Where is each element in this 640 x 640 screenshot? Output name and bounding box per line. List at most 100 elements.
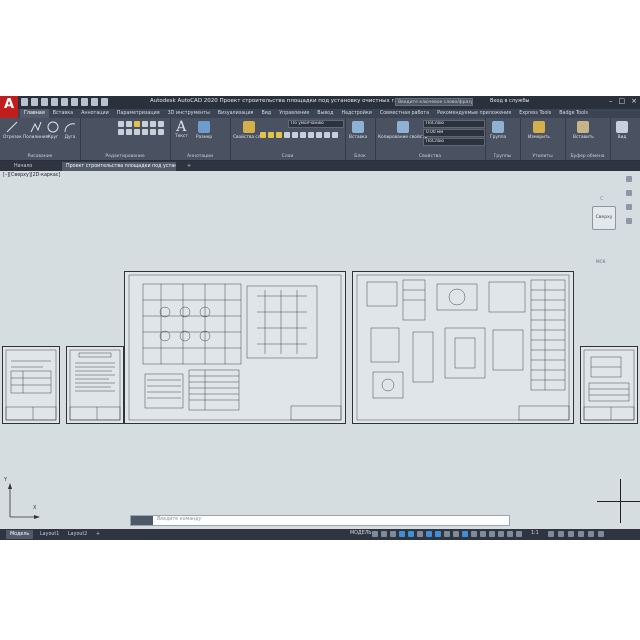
polar-icon[interactable] (408, 531, 414, 537)
scale-icon[interactable] (142, 129, 148, 135)
tab-featured-apps[interactable]: Рекомендуемые приложения (433, 109, 515, 118)
array-icon[interactable] (150, 129, 156, 135)
view-tool[interactable]: Вид (616, 121, 628, 140)
maximize-button[interactable]: □ (619, 97, 626, 105)
tab-drawing-file[interactable]: Проект строительства площадки под устано… (62, 162, 176, 171)
erase-icon[interactable] (142, 121, 148, 127)
wcs-menu[interactable]: МСК (596, 259, 606, 264)
quick-properties-icon[interactable] (516, 531, 522, 537)
polyline-tool[interactable]: Полилиния (23, 121, 48, 140)
layer-on-icon[interactable] (260, 132, 266, 138)
clean-screen-icon[interactable] (588, 531, 594, 537)
units-icon[interactable] (507, 531, 513, 537)
paste-tool[interactable]: Вставить (573, 121, 594, 140)
ortho-icon[interactable] (399, 531, 405, 537)
tab-manage[interactable]: Управление (275, 109, 313, 118)
application-menu-button[interactable]: A (0, 96, 18, 119)
snap-icon[interactable] (381, 531, 387, 537)
redo-icon[interactable] (91, 98, 98, 106)
layer-previous-icon[interactable] (300, 132, 306, 138)
line-tool[interactable]: Отрезок (3, 121, 22, 140)
undo-icon[interactable] (81, 98, 88, 106)
tab-start[interactable]: Начало (10, 162, 36, 171)
new-tab-button[interactable]: + (183, 162, 195, 171)
linetype-combo[interactable]: ПоСлою (423, 138, 485, 146)
tab-layout1[interactable]: Layout1 (36, 530, 63, 539)
print-icon[interactable] (71, 98, 78, 106)
save-icon[interactable] (41, 98, 48, 106)
tab-layout2[interactable]: Layout2 (64, 530, 91, 539)
layer-off-icon[interactable] (308, 132, 314, 138)
tab-home[interactable]: Главная (20, 109, 49, 118)
layer-state-icon[interactable] (332, 132, 338, 138)
tab-badge-tools[interactable]: Badge Tools (555, 109, 592, 118)
tab-model[interactable]: Модель (6, 530, 34, 539)
infer-icon[interactable] (390, 531, 396, 537)
insert-tool[interactable]: Вставка (349, 121, 367, 140)
command-line-tools[interactable] (131, 516, 153, 525)
measure-tool[interactable]: Измерить (528, 121, 550, 140)
save-as-icon[interactable] (51, 98, 58, 106)
customization-icon[interactable] (598, 531, 604, 537)
tab-collaborate[interactable]: Совместная работа (376, 109, 433, 118)
annotation-scale[interactable]: 1:1 (531, 531, 539, 536)
drawing-canvas[interactable]: [–][Сверху][2D-каркас] С Сверху МСК Y X … (0, 171, 640, 529)
lineweight-combo[interactable]: 0.00 мм (423, 129, 485, 137)
layer-combo[interactable]: По умолчанию (288, 120, 344, 128)
tab-annotate[interactable]: Аннотации (77, 109, 113, 118)
zoom-icon[interactable] (626, 204, 632, 210)
layer-isolate-icon[interactable] (284, 132, 290, 138)
selection-cycling-icon[interactable] (462, 531, 468, 537)
group-tool[interactable]: Группа (490, 121, 506, 140)
command-input[interactable]: Введите команду (157, 517, 201, 522)
layer-unlock-icon[interactable] (324, 132, 330, 138)
explode-icon[interactable] (126, 129, 132, 135)
layer-thaw-icon[interactable] (316, 132, 322, 138)
fillet-icon[interactable] (118, 129, 124, 135)
dimension-tool[interactable]: Размер (196, 121, 212, 140)
layer-freeze-icon[interactable] (268, 132, 274, 138)
copy-icon[interactable] (150, 121, 156, 127)
text-tool[interactable]: A Текст (175, 120, 188, 139)
open-icon[interactable] (31, 98, 38, 106)
tab-visualize[interactable]: Визуализация (214, 109, 258, 118)
layer-match-icon[interactable] (292, 132, 298, 138)
tab-addins[interactable]: Надстройки (337, 109, 375, 118)
share-icon[interactable] (101, 98, 108, 106)
orbit-icon[interactable] (626, 218, 632, 224)
stretch-icon[interactable] (134, 129, 140, 135)
workspace-icon[interactable] (498, 531, 504, 537)
tab-express-tools[interactable]: Express Tools (515, 109, 555, 118)
annotation-visibility-icon[interactable] (471, 531, 477, 537)
lineweight-icon[interactable] (444, 531, 450, 537)
isolate-objects-icon[interactable] (568, 531, 574, 537)
otrack-icon[interactable] (435, 531, 441, 537)
settings-icon[interactable] (548, 531, 554, 537)
search-input[interactable]: Введите ключевое слово/фразу (395, 98, 473, 106)
add-layout-button[interactable]: + (92, 530, 104, 539)
viewcube[interactable]: Сверху (592, 206, 616, 230)
isodraft-icon[interactable] (417, 531, 423, 537)
offset-icon[interactable] (158, 129, 164, 135)
move-icon[interactable] (118, 121, 124, 127)
plus-icon[interactable] (558, 531, 564, 537)
osnap-icon[interactable] (426, 531, 432, 537)
minimize-button[interactable]: – (609, 97, 613, 105)
new-icon[interactable] (21, 98, 28, 106)
model-space-toggle[interactable]: МОДЕЛЬ (350, 531, 372, 536)
autoscale-icon[interactable] (480, 531, 486, 537)
transparency-icon[interactable] (453, 531, 459, 537)
tab-parametric[interactable]: Параметризация (113, 109, 164, 118)
tab-3d-tools[interactable]: 3D инструменты (164, 109, 214, 118)
color-combo[interactable]: ПоСлою (423, 120, 485, 128)
rotate-icon[interactable] (126, 121, 132, 127)
web-icon[interactable] (61, 98, 68, 106)
arc-tool[interactable]: Дуга (64, 121, 76, 140)
signin-button[interactable]: Вход в службы (490, 98, 529, 104)
hardware-acceleration-icon[interactable] (578, 531, 584, 537)
tab-output[interactable]: Вывод (313, 109, 337, 118)
mirror-icon[interactable] (158, 121, 164, 127)
trim-icon[interactable] (134, 121, 140, 127)
tab-insert[interactable]: Вставка (49, 109, 77, 118)
grid-icon[interactable] (372, 531, 378, 537)
